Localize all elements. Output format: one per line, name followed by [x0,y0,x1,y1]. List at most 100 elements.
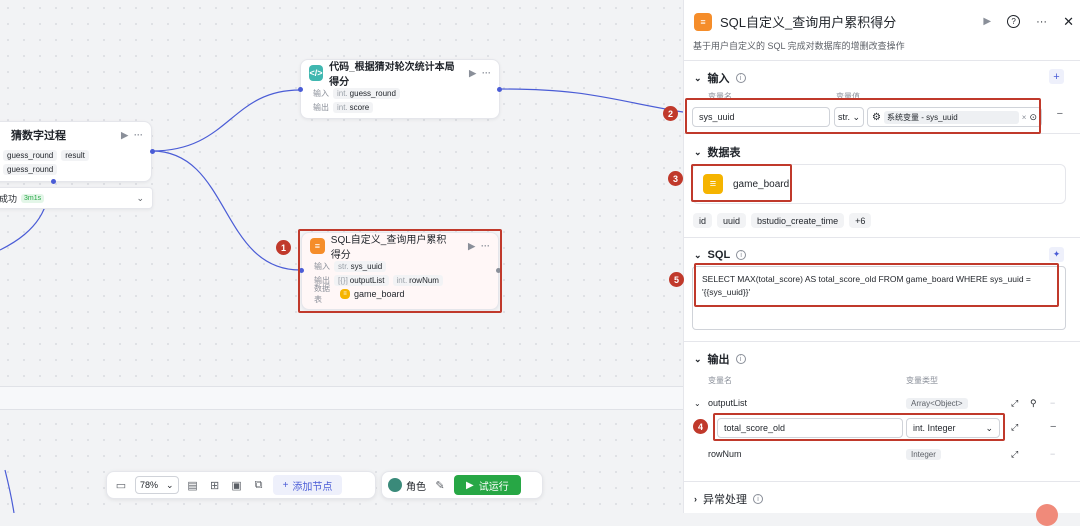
floating-dot[interactable] [1036,504,1058,526]
annotation-badge-1: 1 [276,240,291,255]
section-title: 输出 [707,354,730,366]
input-label: 输入 [313,88,329,98]
var-tag: int. score [333,101,374,113]
node-title: 猜数字过程 [11,130,66,142]
collapse-icon[interactable]: ⌄ [694,250,702,261]
status-dropdown[interactable]: 成功 3m1s ⌄ [0,187,153,209]
field-chip: id [693,213,713,228]
add-icon[interactable]: + [1049,69,1064,84]
code-node[interactable]: </> 代码_根据猜对轮次统计本局得分 ▶ ··· 输入 int. guess_round… [300,59,500,119]
expand-icon[interactable]: ⤢ [1011,422,1018,433]
add-child-icon[interactable]: ⚲ [1030,398,1037,409]
help-icon[interactable]: ? [1007,15,1021,28]
run-icon[interactable]: ▶ [121,130,128,141]
collapse-icon[interactable]: ⌄ [694,399,708,408]
annotation-box-3 [691,164,792,202]
field-chip: uuid [717,213,747,228]
remove-icon[interactable]: − [1050,449,1055,459]
remove-icon[interactable]: − [1050,398,1055,408]
panel-title: SQL自定义_查询用户累积得分 [720,15,897,30]
panel-description: 基于用户自定义的 SQL 完成对数据库的增删改查操作 [693,41,905,51]
run-toolbar: 角色 ✎ ▶ 试运行 [381,471,543,499]
var-name: guess_round [349,88,396,98]
output-type: Array<Object> [906,397,968,409]
section-title: SQL [707,249,731,261]
annotation-badge-3: 3 [668,171,683,186]
info-icon: i [753,494,763,504]
info-icon: i [735,73,746,83]
field-chips: id uuid bstudio_create_time +6 [693,213,872,228]
more-icon[interactable]: ··· [134,130,143,140]
column-label: 变量名 [708,376,732,385]
debug-icon[interactable]: ✎ [432,477,448,493]
minimap-icon[interactable]: ▭ [113,477,129,493]
collapse-icon[interactable]: ⌄ [694,73,702,84]
expand-icon[interactable]: ⤢ [1011,449,1018,460]
canvas-toolbar: ▭ 78% ⌄ ▤ ⊞ ▣ ⧉ + 添加节点 [106,471,376,499]
expand-icon[interactable]: ⤢ [1011,398,1018,409]
expand-icon[interactable]: › [694,494,697,504]
remove-icon[interactable]: − [1057,108,1063,120]
annotation-box-4 [713,413,1005,441]
annotation-box-1 [298,229,502,313]
collapse-icon[interactable]: ⌄ [694,147,702,158]
avatar-icon [388,478,402,492]
var-tag: guess_round [3,163,58,175]
info-icon: i [736,250,747,260]
status-text: 成功 [0,193,18,204]
type-label: int. [337,102,348,112]
zoom-value: 78% [140,480,159,490]
output-port[interactable] [51,179,56,184]
workflow-canvas[interactable]: 猜数字过程 ▶ ··· guess_round result guess_round … [0,0,683,513]
node-title: 代码_根据猜对轮次统计本局得分 [329,62,455,88]
more-icon[interactable]: ··· [1036,16,1047,28]
var-tag: result [61,149,89,161]
guess-process-node[interactable]: 猜数字过程 ▶ ··· guess_round result guess_round [0,121,152,182]
output-name: rowNum [708,449,742,459]
section-title: 输入 [707,73,730,85]
output-type: Integer [906,448,941,460]
annotation-box-2 [685,98,1041,134]
error-section: › 异常处理 i [684,481,1080,513]
comment-icon[interactable]: ▤ [185,477,201,493]
column-label: 变量类型 [906,376,938,385]
add-node-button[interactable]: + 添加节点 [272,475,343,495]
output-row: ⌄ outputList Array<Object> ⤢ ⚲ − [694,395,1074,411]
magic-icon[interactable]: ✦ [1049,247,1064,262]
chevron-down-icon: ⌄ [166,479,174,490]
status-badge: 3m1s [21,193,45,203]
var-tag: guess_round [3,149,58,161]
run-icon[interactable]: ▶ [469,68,476,79]
output-port[interactable] [497,87,502,92]
add-node-label: 添加节点 [292,481,333,493]
code-icon: </> [309,65,324,81]
output-name: outputList [708,398,748,408]
section-title: 数据表 [707,147,741,159]
annotation-badge-5: 5 [669,272,684,287]
output-port[interactable] [150,149,155,154]
input-port[interactable] [298,87,303,92]
remove-icon[interactable]: − [1050,421,1056,433]
output-section: ⌄ 输出 i 变量名 变量类型 ⌄ outputList Array<Object>… [684,341,1080,480]
play-icon: ▶ [466,479,474,491]
var-tag: int. guess_round [333,87,400,99]
annotation-badge-4: 4 [693,419,708,434]
more-fields-chip[interactable]: +6 [849,213,872,228]
collapse-icon[interactable]: ⌄ [694,354,702,365]
more-icon[interactable]: ··· [482,68,491,78]
zoom-select[interactable]: 78% ⌄ [135,476,179,494]
info-icon: i [735,354,746,364]
type-label: int. [337,88,348,98]
export-icon[interactable]: ⧉ [251,477,267,493]
run-button[interactable]: ▶ 试运行 [454,475,521,495]
layout-icon[interactable]: ⊞ [207,477,223,493]
chevron-down-icon: ⌄ [136,192,144,203]
field-chip: bstudio_create_time [751,213,845,228]
run-icon[interactable]: ▶ [983,16,991,27]
plus-icon: + [282,479,289,491]
run-label: 试运行 [478,481,509,493]
database-icon: ≡ [694,12,712,31]
image-icon[interactable]: ▣ [229,477,245,493]
role-button[interactable]: 角色 [388,478,426,493]
close-icon[interactable]: ✕ [1063,14,1074,30]
